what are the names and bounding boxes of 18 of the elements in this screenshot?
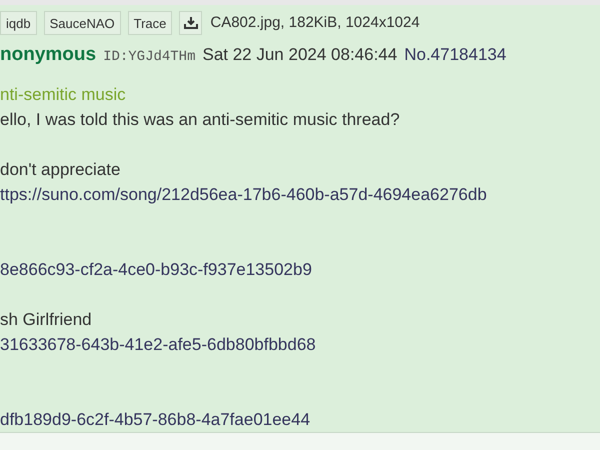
post-text: don't appreciate bbox=[0, 159, 122, 181]
download-button[interactable] bbox=[179, 11, 202, 36]
poster-name: nonymous bbox=[0, 42, 96, 66]
post-text: sh Girlfriend bbox=[0, 309, 93, 331]
post-date: Sat 22 Jun 2024 08:46:44 bbox=[202, 44, 398, 66]
song-link[interactable]: dfb189d9-6c2f-4b57-86b8-4a7fae01ee44 bbox=[0, 407, 600, 432]
song-link[interactable]: 31633678-643b-41e2-afe5-6db80bfbbd68 bbox=[0, 332, 600, 357]
poster-id: ID:YGJd4THm bbox=[103, 48, 196, 66]
song-link[interactable]: ttps://suno.com/song/212d56ea-17b6-460b-a57d-4694ea6276db bbox=[0, 182, 600, 207]
image-search-button[interactable]: Trace bbox=[128, 11, 172, 36]
file-info: CA802.jpg, 182KiB, 1024x1024 bbox=[210, 13, 420, 33]
post-number[interactable]: No.47184134 bbox=[404, 42, 506, 67]
image-search-button[interactable]: SauceNAO bbox=[44, 11, 121, 36]
post-text: ello, I was told this was an anti-semitic music thread? bbox=[0, 109, 401, 131]
image-search-button[interactable]: iqdb bbox=[0, 11, 37, 36]
song-link[interactable]: 8e866c93-cf2a-4ce0-b93c-f937e13502b9 bbox=[0, 257, 600, 282]
download-icon bbox=[184, 17, 198, 30]
post-subject: nti-semitic music bbox=[0, 84, 127, 106]
